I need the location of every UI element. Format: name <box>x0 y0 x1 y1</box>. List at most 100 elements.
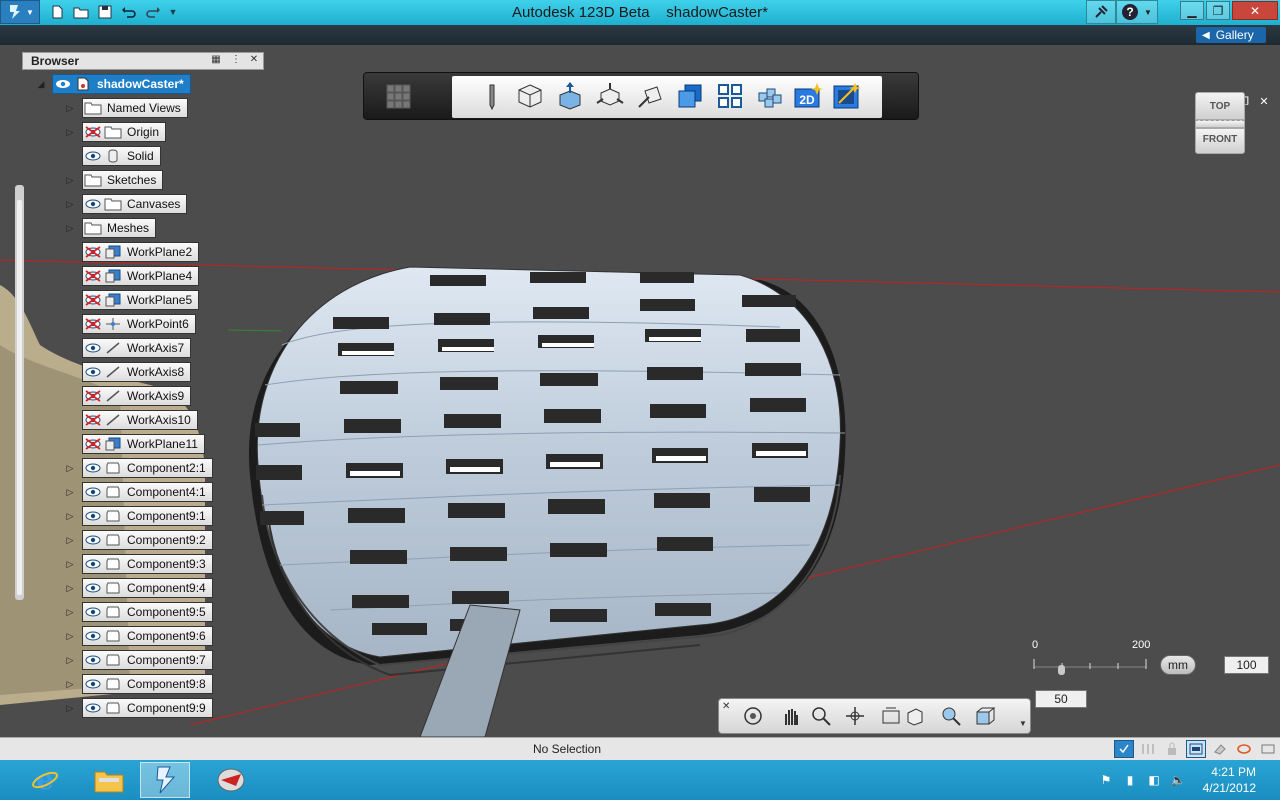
action-center-icon[interactable]: ⚑ <box>1098 771 1114 789</box>
browser-node[interactable]: Component9:4 <box>82 578 213 598</box>
browser-node[interactable]: Component9:3 <box>82 554 213 574</box>
browser-tree-row[interactable]: ▷ Component9:7 <box>65 650 213 670</box>
visibility-eye-icon[interactable] <box>83 195 103 213</box>
modify-button[interactable] <box>554 81 586 113</box>
browser-tree-row[interactable]: ▷ Component9:6 <box>65 626 213 646</box>
browser-tree-row[interactable]: ▷ Component9:3 <box>65 554 213 574</box>
taskbar-app[interactable] <box>206 762 256 798</box>
browser-tree-row[interactable]: WorkPlane11 <box>65 434 205 454</box>
browser-tree-row[interactable]: ▷ Component4:1 <box>65 482 213 502</box>
look-at-button[interactable] <box>841 705 869 729</box>
minimize-button[interactable]: ▁ <box>1180 1 1204 20</box>
collapse-arrow-icon[interactable]: ◢ <box>36 79 46 90</box>
visual-style-button[interactable] <box>937 705 965 729</box>
close-icon[interactable]: ✕ <box>247 54 261 68</box>
expand-arrow-icon[interactable]: ▷ <box>65 631 75 642</box>
taskbar-internet-explorer[interactable]: e <box>20 762 70 798</box>
visibility-eye-icon[interactable] <box>83 363 103 381</box>
expand-arrow-icon[interactable]: ▷ <box>65 511 75 522</box>
construct-button[interactable] <box>514 81 546 113</box>
grouping-button[interactable] <box>634 81 666 113</box>
3d-primitives-button[interactable] <box>382 81 414 113</box>
browser-node[interactable]: WorkPlane11 <box>82 434 205 454</box>
visibility-eye-icon[interactable] <box>83 483 103 501</box>
expand-arrow-icon[interactable]: ▷ <box>65 103 75 114</box>
browser-node[interactable]: WorkAxis7 <box>82 338 192 358</box>
browser-node[interactable]: Component9:7 <box>82 650 213 670</box>
pattern-button[interactable] <box>594 81 626 113</box>
expand-arrow-icon[interactable]: ▷ <box>65 679 75 690</box>
browser-node[interactable]: WorkPlane5 <box>82 290 200 310</box>
visibility-hidden-icon[interactable] <box>83 435 103 453</box>
browser-root-row[interactable]: ◢ shadowCaster* <box>36 74 191 94</box>
browser-tree-row[interactable]: WorkAxis9 <box>65 386 192 406</box>
gallery-button[interactable]: ◀ Gallery <box>1196 27 1266 43</box>
visibility-eye-icon[interactable] <box>83 507 103 525</box>
text-button[interactable] <box>754 81 786 113</box>
mesh-button[interactable] <box>1234 740 1254 758</box>
system-clock[interactable]: 4:21 PM 4/21/2012 <box>1176 764 1256 796</box>
smart-button[interactable] <box>830 81 862 113</box>
grid-snap-button[interactable] <box>1138 740 1158 758</box>
expand-arrow-icon[interactable]: ▷ <box>65 223 75 234</box>
eraser-button[interactable] <box>1210 740 1230 758</box>
viewcube-edge[interactable] <box>1195 120 1245 128</box>
visibility-hidden-icon[interactable] <box>83 387 103 405</box>
visibility-eye-icon[interactable] <box>83 651 103 669</box>
browser-node[interactable]: Meshes <box>82 218 157 238</box>
chevron-down-icon[interactable]: ▼ <box>1019 719 1027 728</box>
browser-node[interactable]: Component9:5 <box>82 602 213 622</box>
visibility-eye-icon[interactable] <box>83 627 103 645</box>
visibility-eye-icon[interactable] <box>83 531 103 549</box>
browser-node[interactable]: Component9:9 <box>82 698 213 718</box>
expand-arrow-icon[interactable]: ▷ <box>65 607 75 618</box>
sign-in-button[interactable] <box>1086 0 1116 24</box>
expand-arrow-icon[interactable]: ▷ <box>65 487 75 498</box>
browser-node[interactable]: WorkAxis9 <box>82 386 192 406</box>
visibility-eye-icon[interactable] <box>83 147 103 165</box>
browser-header[interactable]: Browser ▦ ⋮ ✕ <box>22 52 264 70</box>
visibility-hidden-icon[interactable] <box>83 411 103 429</box>
expand-arrow-icon[interactable]: ▷ <box>65 463 75 474</box>
view-button[interactable] <box>901 705 929 729</box>
browser-node[interactable]: Sketches <box>82 170 164 190</box>
grid-icon[interactable]: ▦ <box>209 54 223 68</box>
restore-button[interactable]: ❐ <box>1206 1 1230 20</box>
expand-arrow-icon[interactable]: ▷ <box>65 703 75 714</box>
viewcube-front-face[interactable]: FRONT <box>1195 128 1245 154</box>
close-icon[interactable]: ✕ <box>722 701 730 712</box>
material-button[interactable] <box>971 705 999 729</box>
browser-tree-row[interactable]: WorkAxis7 <box>65 338 192 358</box>
browser-node[interactable]: Component9:6 <box>82 626 213 646</box>
viewport-close-button[interactable]: ✕ <box>1257 95 1271 108</box>
orbit-button[interactable] <box>739 705 767 729</box>
pan-button[interactable] <box>777 705 805 729</box>
visibility-eye-icon[interactable] <box>53 75 73 93</box>
browser-tree-row[interactable]: WorkPoint6 <box>65 314 196 334</box>
options-icon[interactable]: ⋮ <box>229 54 243 68</box>
browser-node[interactable]: Component9:8 <box>82 674 213 694</box>
browser-scrollbar-thumb[interactable] <box>17 200 22 595</box>
browser-node[interactable]: WorkPlane4 <box>82 266 200 286</box>
browser-node[interactable]: Origin <box>82 122 167 142</box>
network-icon[interactable]: ◧ <box>1146 771 1162 789</box>
browser-node[interactable]: Component9:2 <box>82 530 213 550</box>
visibility-hidden-icon[interactable] <box>83 243 103 261</box>
visibility-eye-icon[interactable] <box>83 603 103 621</box>
browser-node[interactable]: WorkAxis10 <box>82 410 198 430</box>
visibility-eye-icon[interactable] <box>83 699 103 717</box>
browser-tree-row[interactable]: WorkAxis8 <box>65 362 192 382</box>
expand-arrow-icon[interactable]: ▷ <box>65 535 75 546</box>
visibility-hidden-icon[interactable] <box>83 267 103 285</box>
browser-tree-row[interactable]: ▷ Meshes <box>65 218 157 238</box>
browser-tree-row[interactable]: ▷ Component9:4 <box>65 578 213 598</box>
browser-node[interactable]: Component9:1 <box>82 506 213 526</box>
lock-button[interactable] <box>1162 740 1182 758</box>
browser-tree-row[interactable]: ▷ Origin <box>65 122 167 142</box>
viewcube-top-face[interactable]: TOP <box>1195 92 1245 120</box>
zoom-button[interactable] <box>807 705 835 729</box>
visibility-hidden-icon[interactable] <box>83 291 103 309</box>
battery-icon[interactable]: ▮ <box>1122 771 1138 789</box>
browser-node[interactable]: Solid <box>82 146 161 166</box>
browser-tree-row[interactable]: Solid <box>65 146 161 166</box>
